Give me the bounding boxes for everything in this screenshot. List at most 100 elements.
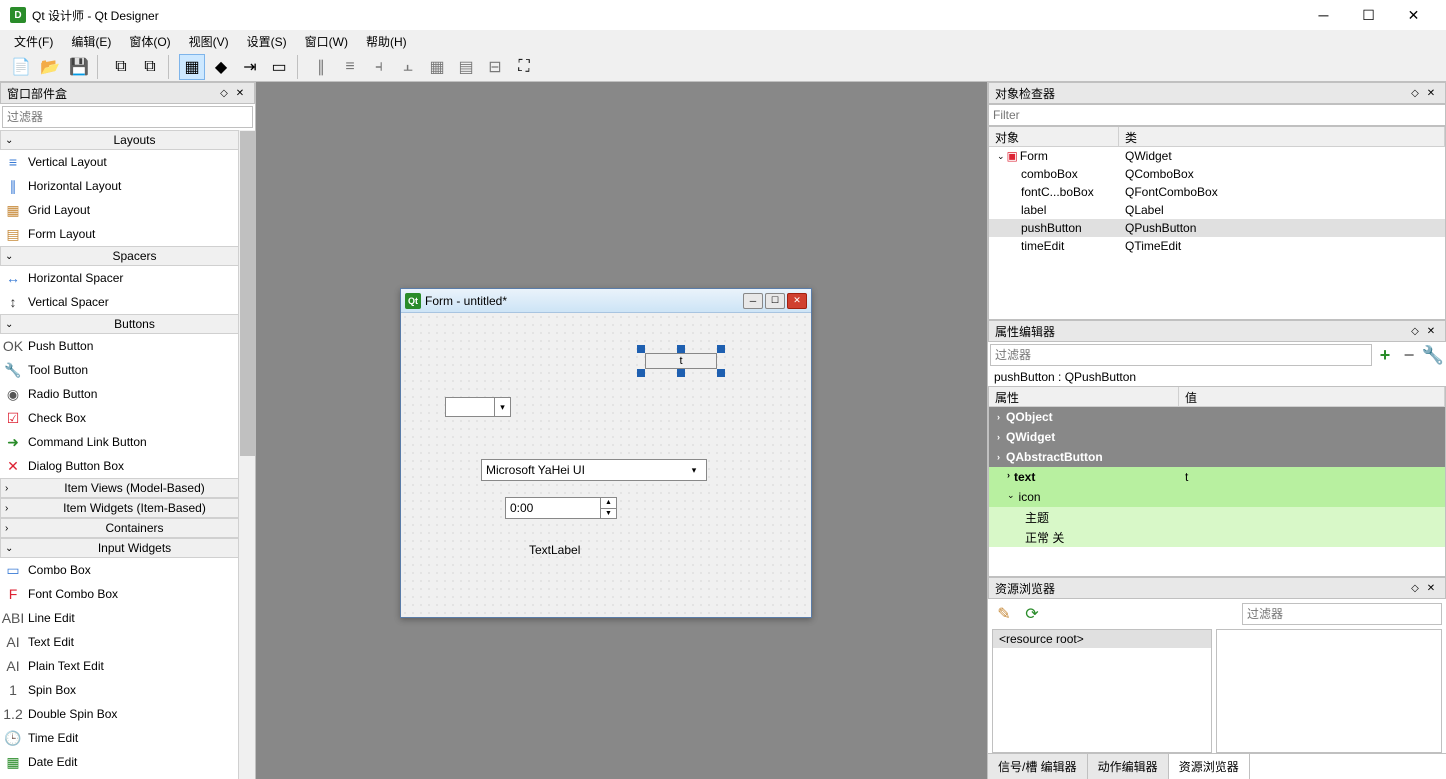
menu-item[interactable]: 编辑(E): [63, 31, 119, 52]
reload-resource-button[interactable]: ⟳: [1020, 603, 1044, 625]
widget-item[interactable]: ▦Grid Layout: [0, 198, 255, 222]
widget-item[interactable]: AIText Edit: [0, 630, 255, 654]
widget-box-filter[interactable]: [2, 106, 253, 128]
property-filter[interactable]: [990, 344, 1372, 366]
widget-item[interactable]: 1.2Double Spin Box: [0, 702, 255, 726]
widget-item[interactable]: FFont Combo Box: [0, 582, 255, 606]
property-row[interactable]: ›textt: [989, 467, 1445, 487]
save-file-button[interactable]: 💾: [66, 54, 92, 80]
widget-item[interactable]: ABILine Edit: [0, 606, 255, 630]
bottom-tab[interactable]: 信号/槽 编辑器: [988, 754, 1088, 779]
widget-item[interactable]: ▤Form Layout: [0, 222, 255, 246]
dock-close-icon[interactable]: ✕: [1423, 323, 1439, 339]
resource-root-item[interactable]: <resource root>: [993, 630, 1211, 648]
remove-property-button[interactable]: −: [1398, 344, 1420, 366]
widget-item[interactable]: ▦Date Edit: [0, 750, 255, 774]
widget-group-header[interactable]: ›Item Views (Model-Based): [0, 478, 255, 498]
new-file-button[interactable]: 📄: [8, 54, 34, 80]
menu-item[interactable]: 设置(S): [239, 31, 295, 52]
widget-item[interactable]: OKPush Button: [0, 334, 255, 358]
property-grid[interactable]: 属性 值 ›QObject›QWidget›QAbstractButton›te…: [988, 386, 1446, 577]
widget-item[interactable]: ▭Combo Box: [0, 558, 255, 582]
dock-float-icon[interactable]: ◇: [1407, 85, 1423, 101]
widget-item[interactable]: ↔Horizontal Spacer: [0, 266, 255, 290]
widget-item[interactable]: ◉Radio Button: [0, 382, 255, 406]
inspector-row[interactable]: timeEditQTimeEdit: [989, 237, 1445, 255]
send-back-button[interactable]: ⧉: [108, 54, 134, 80]
widget-group-header[interactable]: ⌄Input Widgets: [0, 538, 255, 558]
property-category[interactable]: ›QObject: [989, 407, 1445, 427]
widget-item[interactable]: 🕒Time Edit: [0, 726, 255, 750]
inspector-row[interactable]: labelQLabel: [989, 201, 1445, 219]
maximize-button[interactable]: ☐: [1346, 1, 1391, 29]
configure-property-button[interactable]: 🔧: [1422, 344, 1444, 366]
edit-signals-button[interactable]: ◆: [208, 54, 234, 80]
widget-item[interactable]: ☑Check Box: [0, 406, 255, 430]
adjust-size-button[interactable]: ⛶: [511, 54, 537, 80]
inspector-row[interactable]: ⌄▣FormQWidget: [989, 147, 1445, 165]
inspector-row[interactable]: pushButtonQPushButton: [989, 219, 1445, 237]
form-titlebar[interactable]: Qt Form - untitled* ─ ☐ ✕: [401, 289, 811, 313]
form-minimize-button[interactable]: ─: [743, 293, 763, 309]
layout-form-button[interactable]: ▤: [453, 54, 479, 80]
resource-view[interactable]: [1216, 629, 1442, 753]
break-layout-button[interactable]: ⊟: [482, 54, 508, 80]
form-maximize-button[interactable]: ☐: [765, 293, 785, 309]
time-edit-widget[interactable]: 0:00 ▲ ▼: [505, 497, 617, 519]
layout-hsplit-button[interactable]: ⫞: [366, 54, 392, 80]
property-row[interactable]: ⌄icon: [989, 487, 1445, 507]
widget-group-header[interactable]: ›Containers: [0, 518, 255, 538]
widget-group-header[interactable]: ⌄Layouts: [0, 130, 255, 150]
inspector-filter[interactable]: [988, 104, 1446, 126]
widget-item[interactable]: AIPlain Text Edit: [0, 654, 255, 678]
inspector-row[interactable]: fontC...boBoxQFontComboBox: [989, 183, 1445, 201]
open-file-button[interactable]: 📂: [37, 54, 63, 80]
combo-box-widget[interactable]: ▾: [445, 397, 511, 417]
property-row[interactable]: 主题: [989, 507, 1445, 527]
close-button[interactable]: ✕: [1391, 1, 1436, 29]
add-property-button[interactable]: +: [1374, 344, 1396, 366]
object-inspector-tree[interactable]: 对象 类 ⌄▣FormQWidgetcomboBoxQComboBoxfontC…: [988, 126, 1446, 320]
property-category[interactable]: ›QWidget: [989, 427, 1445, 447]
menu-item[interactable]: 文件(F): [6, 31, 61, 52]
menu-item[interactable]: 帮助(H): [358, 31, 415, 52]
bottom-tab[interactable]: 资源浏览器: [1169, 754, 1250, 779]
widget-item[interactable]: ≡Vertical Layout: [0, 150, 255, 174]
menu-item[interactable]: 窗体(O): [121, 31, 178, 52]
property-category[interactable]: ›QAbstractButton: [989, 447, 1445, 467]
menu-item[interactable]: 窗口(W): [297, 31, 356, 52]
property-row[interactable]: 正常 关: [989, 527, 1445, 547]
dock-float-icon[interactable]: ◇: [216, 85, 232, 101]
widget-item[interactable]: ∥Horizontal Layout: [0, 174, 255, 198]
bring-front-button[interactable]: ⧉: [137, 54, 163, 80]
dock-float-icon[interactable]: ◇: [1407, 580, 1423, 596]
widget-item[interactable]: 1Spin Box: [0, 678, 255, 702]
text-label-widget[interactable]: TextLabel: [529, 543, 580, 557]
edit-tab-order-button[interactable]: ▭: [266, 54, 292, 80]
edit-resource-button[interactable]: ✎: [992, 603, 1016, 625]
layout-v-button[interactable]: ≡: [337, 54, 363, 80]
widget-group-header[interactable]: ⌄Buttons: [0, 314, 255, 334]
menu-item[interactable]: 视图(V): [181, 31, 237, 52]
dock-float-icon[interactable]: ◇: [1407, 323, 1423, 339]
edit-widgets-button[interactable]: ▦: [179, 54, 205, 80]
widget-item[interactable]: ✕Dialog Button Box: [0, 454, 255, 478]
spin-down-icon[interactable]: ▼: [601, 509, 616, 519]
widget-group-header[interactable]: ›Item Widgets (Item-Based): [0, 498, 255, 518]
dock-close-icon[interactable]: ✕: [232, 85, 248, 101]
push-button-selected[interactable]: t: [641, 349, 721, 373]
edit-buddies-button[interactable]: ⇥: [237, 54, 263, 80]
layout-vsplit-button[interactable]: ⫠: [395, 54, 421, 80]
form-close-button[interactable]: ✕: [787, 293, 807, 309]
resource-filter[interactable]: [1242, 603, 1442, 625]
dock-close-icon[interactable]: ✕: [1423, 580, 1439, 596]
minimize-button[interactable]: ─: [1301, 1, 1346, 29]
dock-close-icon[interactable]: ✕: [1423, 85, 1439, 101]
form-window[interactable]: Qt Form - untitled* ─ ☐ ✕ t ▾: [400, 288, 812, 618]
widget-item[interactable]: ↕Vertical Spacer: [0, 290, 255, 314]
inspector-row[interactable]: comboBoxQComboBox: [989, 165, 1445, 183]
widget-box-tree[interactable]: ⌄Layouts≡Vertical Layout∥Horizontal Layo…: [0, 130, 255, 779]
resource-tree[interactable]: <resource root>: [992, 629, 1212, 753]
widget-group-header[interactable]: ⌄Spacers: [0, 246, 255, 266]
widget-item[interactable]: 🔧Tool Button: [0, 358, 255, 382]
